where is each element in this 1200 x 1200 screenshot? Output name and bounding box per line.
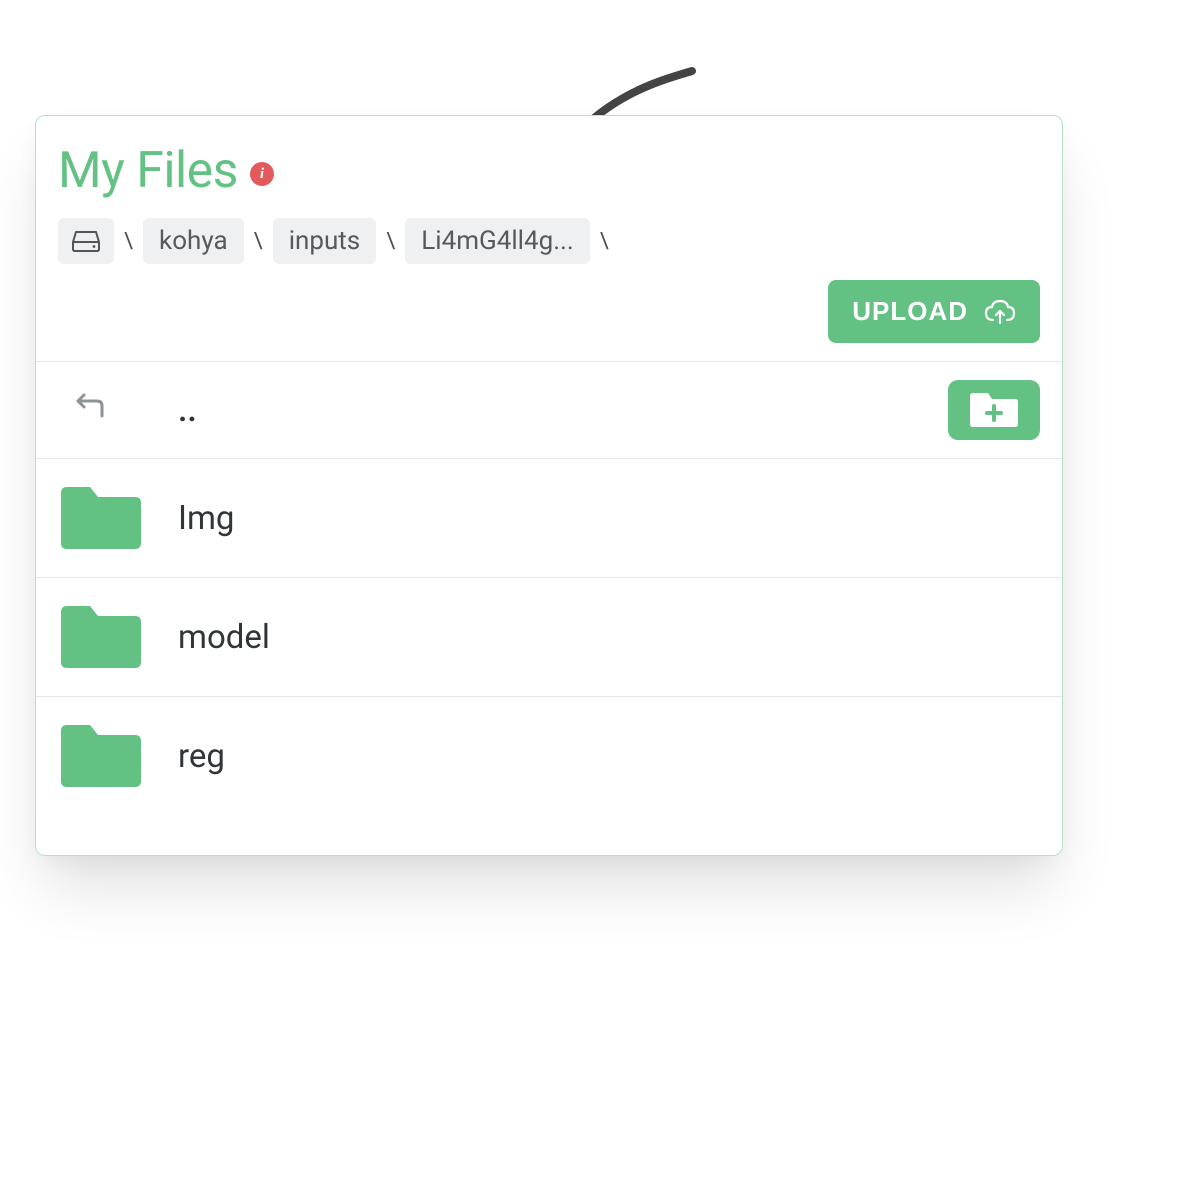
breadcrumb-separator: \ (386, 229, 395, 254)
page-title: My Files (58, 142, 238, 200)
folder-name: reg (178, 737, 225, 776)
breadcrumb-item-inputs[interactable]: inputs (273, 218, 377, 264)
cloud-upload-icon (984, 299, 1016, 325)
info-icon[interactable]: i (250, 162, 274, 186)
file-list: .. Img m (36, 361, 1062, 815)
new-folder-button[interactable] (948, 380, 1040, 440)
breadcrumb-separator: \ (600, 229, 609, 254)
breadcrumb: \ kohya \ inputs \ Li4mG4ll4g... \ (36, 218, 1062, 264)
back-arrow-icon (72, 392, 108, 428)
breadcrumb-separator: \ (124, 229, 133, 254)
new-folder-icon (968, 390, 1020, 430)
row-icon-slot (58, 602, 178, 672)
folder-icon (58, 602, 144, 672)
folder-name: model (178, 618, 270, 657)
toolbar: UPLOAD (36, 264, 1062, 361)
upload-button[interactable]: UPLOAD (828, 280, 1040, 343)
drive-icon (72, 230, 100, 252)
breadcrumb-root[interactable] (58, 218, 114, 264)
parent-directory-label: .. (178, 391, 197, 430)
folder-row[interactable]: Img (36, 459, 1062, 578)
breadcrumb-item-current[interactable]: Li4mG4ll4g... (405, 218, 589, 264)
breadcrumb-item-kohya[interactable]: kohya (143, 218, 244, 264)
row-icon-slot (58, 392, 178, 428)
folder-name: Img (178, 499, 234, 538)
folder-icon (58, 721, 144, 791)
upload-button-label: UPLOAD (852, 296, 968, 327)
parent-directory-row[interactable]: .. (36, 362, 1062, 459)
breadcrumb-separator: \ (254, 229, 263, 254)
row-icon-slot (58, 483, 178, 553)
header: My Files i (36, 142, 1062, 200)
folder-icon (58, 483, 144, 553)
folder-row[interactable]: reg (36, 697, 1062, 815)
folder-row[interactable]: model (36, 578, 1062, 697)
row-icon-slot (58, 721, 178, 791)
file-manager-card: My Files i \ kohya \ inputs \ Li4mG4ll4g… (35, 115, 1063, 856)
